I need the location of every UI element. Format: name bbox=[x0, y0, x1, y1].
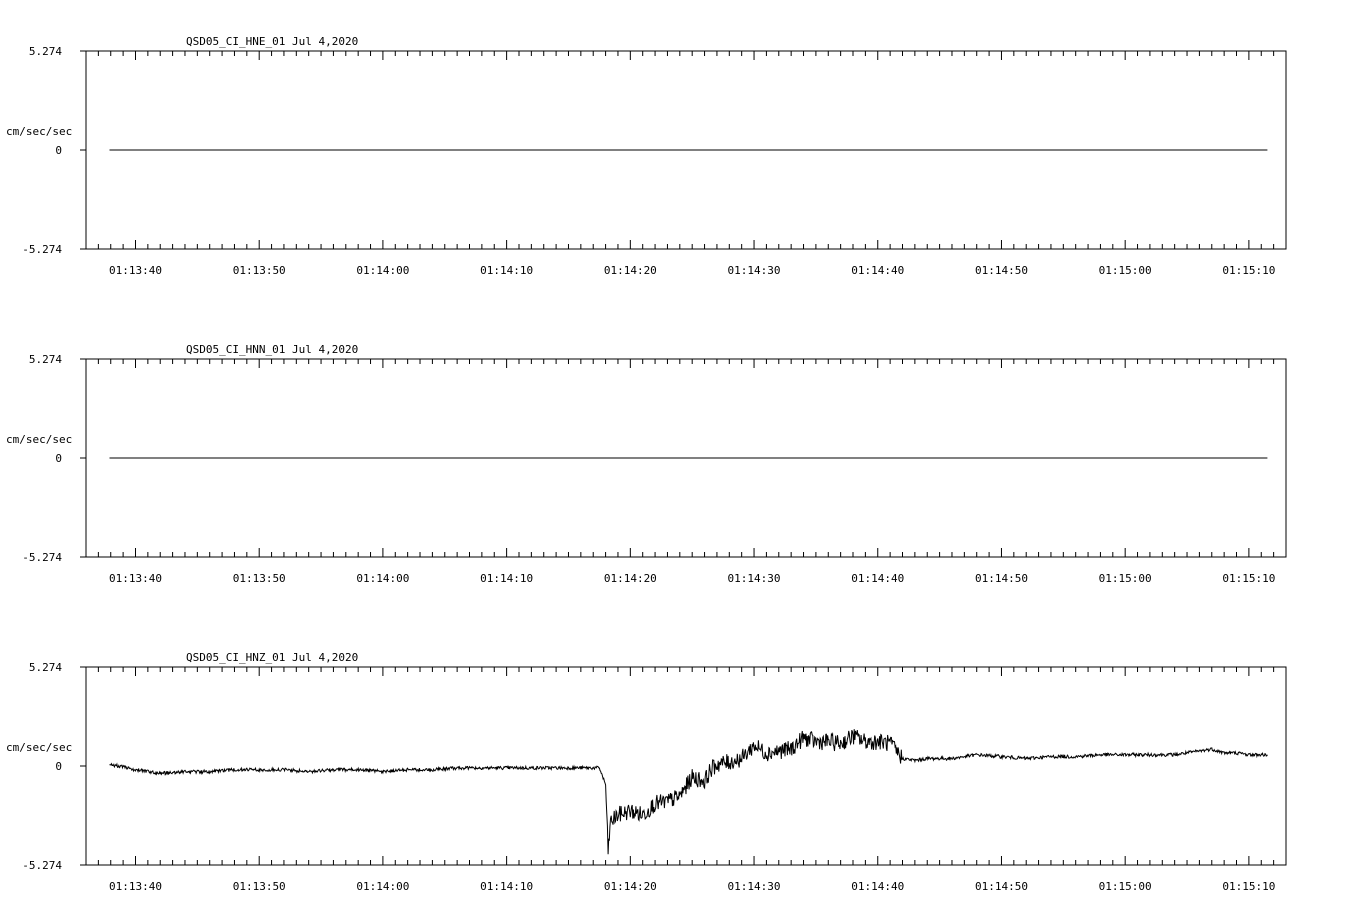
x-tick-label: 01:14:20 bbox=[604, 264, 657, 277]
y-tick-label: 0 bbox=[55, 452, 62, 465]
x-tick-label: 01:13:50 bbox=[233, 264, 286, 277]
panel-2: QSD05_CI_HNN_01 Jul 4,2020 5.274 0 -5.274 cm… bbox=[6, 343, 1287, 585]
panel-title: QSD05_CI_HNE_01 Jul 4,2020 bbox=[186, 35, 358, 48]
panel-3: QSD05_CI_HNZ_01 Jul 4,2020 5.274 0 -5.274 cm… bbox=[6, 651, 1287, 893]
x-tick-label: 01:14:10 bbox=[480, 572, 533, 585]
seismogram-figure: QSD05_CI_HNE_01 Jul 4,2020 5.274 0 -5.274 cm… bbox=[6, 35, 1287, 893]
y-tick-label: -5.274 bbox=[22, 243, 62, 256]
y-tick-label: -5.274 bbox=[22, 551, 62, 564]
x-tick-label: 01:13:40 bbox=[109, 880, 162, 893]
x-tick-label: 01:14:30 bbox=[728, 572, 781, 585]
x-tick-label: 01:15:10 bbox=[1222, 264, 1275, 277]
y-tick-label: -5.274 bbox=[22, 859, 62, 872]
x-tick-label: 01:14:50 bbox=[975, 880, 1028, 893]
y-axis-label: cm/sec/sec bbox=[6, 741, 72, 754]
x-tick-label: 01:13:40 bbox=[109, 572, 162, 585]
y-tick-label: 0 bbox=[55, 144, 62, 157]
y-tick-label: 0 bbox=[55, 760, 62, 773]
waveform-trace bbox=[109, 729, 1268, 855]
x-tick-label: 01:15:10 bbox=[1222, 880, 1275, 893]
x-tick-label: 01:14:00 bbox=[356, 572, 409, 585]
x-tick-label: 01:14:00 bbox=[356, 264, 409, 277]
x-tick-label: 01:14:20 bbox=[604, 572, 657, 585]
x-tick-label: 01:13:50 bbox=[233, 880, 286, 893]
x-tick-label: 01:14:00 bbox=[356, 880, 409, 893]
y-tick-label: 5.274 bbox=[29, 661, 62, 674]
x-tick-label: 01:14:50 bbox=[975, 572, 1028, 585]
x-tick-label: 01:14:50 bbox=[975, 264, 1028, 277]
panel-title: QSD05_CI_HNN_01 Jul 4,2020 bbox=[186, 343, 358, 356]
x-tick-label: 01:15:10 bbox=[1222, 572, 1275, 585]
x-tick-label: 01:14:10 bbox=[480, 264, 533, 277]
plot-frame bbox=[85, 666, 1287, 866]
x-tick-label: 01:14:10 bbox=[480, 880, 533, 893]
x-tick-label: 01:14:30 bbox=[728, 264, 781, 277]
x-tick-label: 01:14:20 bbox=[604, 880, 657, 893]
y-axis-label: cm/sec/sec bbox=[6, 125, 72, 138]
x-tick-label: 01:14:40 bbox=[851, 880, 904, 893]
panel-title: QSD05_CI_HNZ_01 Jul 4,2020 bbox=[186, 651, 358, 664]
y-axis-label: cm/sec/sec bbox=[6, 433, 72, 446]
x-tick-label: 01:14:40 bbox=[851, 264, 904, 277]
x-tick-label: 01:15:00 bbox=[1099, 264, 1152, 277]
y-tick-label: 5.274 bbox=[29, 353, 62, 366]
x-tick-label: 01:13:40 bbox=[109, 264, 162, 277]
x-tick-label: 01:13:50 bbox=[233, 572, 286, 585]
x-tick-label: 01:14:40 bbox=[851, 572, 904, 585]
x-tick-label: 01:15:00 bbox=[1099, 572, 1152, 585]
y-tick-label: 5.274 bbox=[29, 45, 62, 58]
panel-1: QSD05_CI_HNE_01 Jul 4,2020 5.274 0 -5.274 cm… bbox=[6, 35, 1287, 277]
x-tick-label: 01:15:00 bbox=[1099, 880, 1152, 893]
x-tick-label: 01:14:30 bbox=[728, 880, 781, 893]
